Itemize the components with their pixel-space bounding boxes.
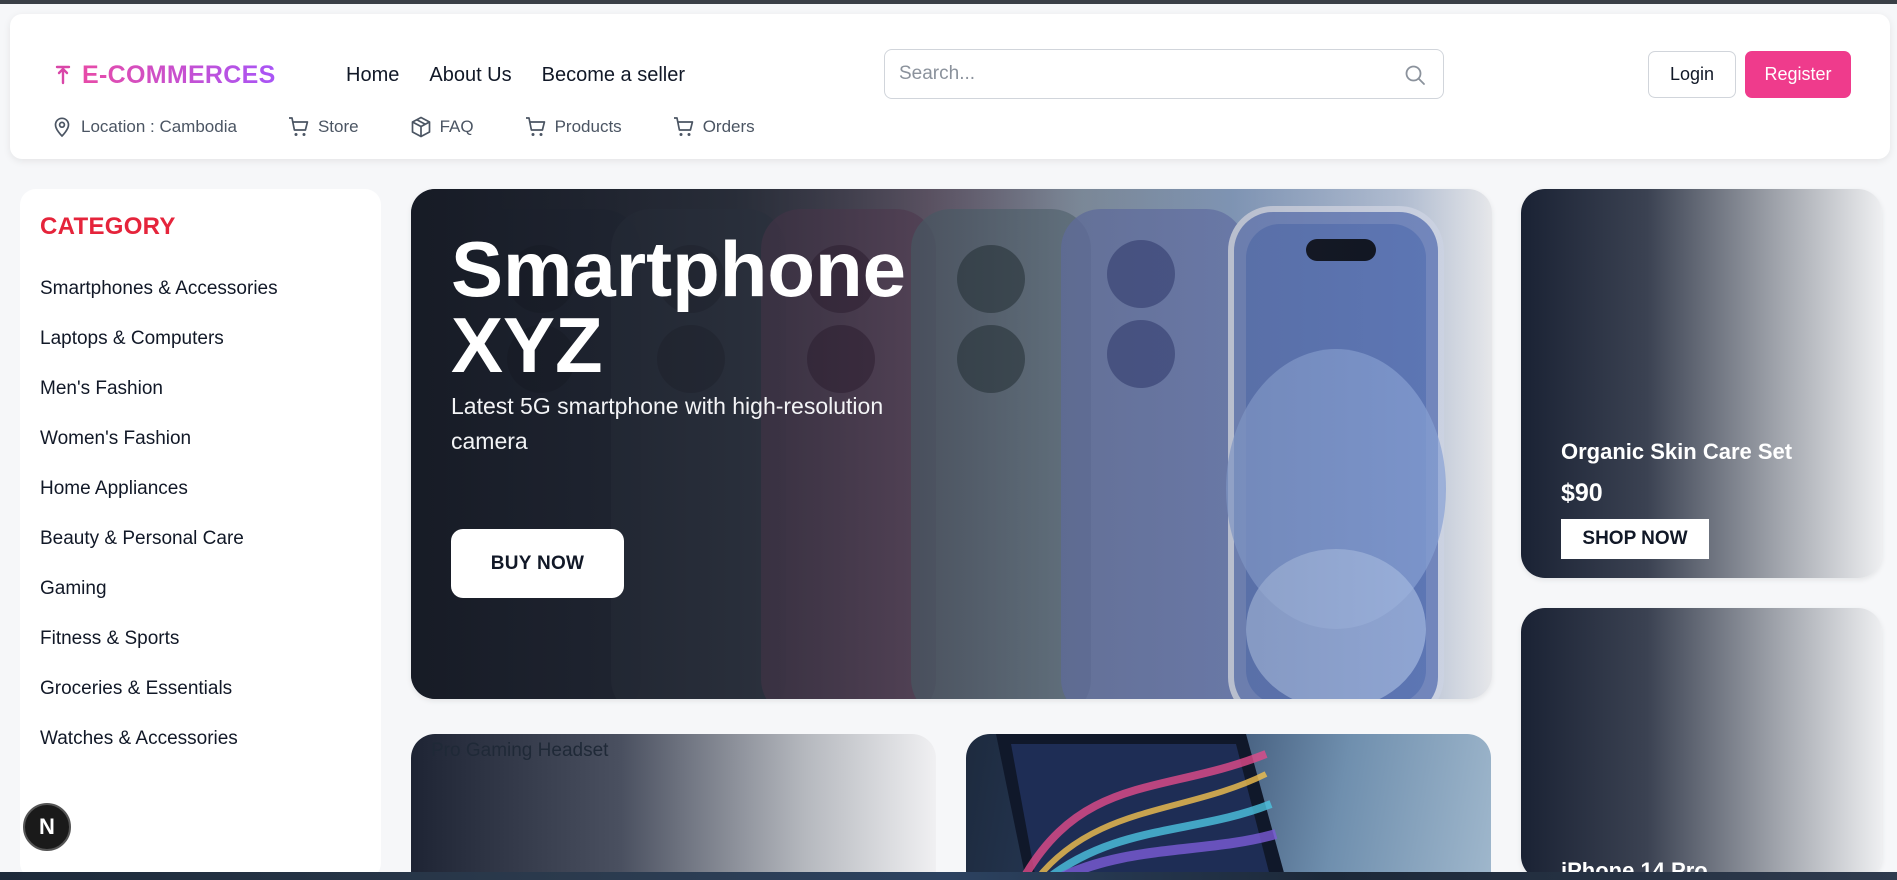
product-card-label: Pro Gaming Headset	[431, 740, 609, 761]
promo-card[interactable]: iPhone 14 Pro	[1521, 608, 1882, 880]
category-sidebar: CATEGORY Smartphones & Accessories Lapto…	[20, 189, 381, 879]
site-header: E-COMMERCES Home About Us Become a selle…	[10, 14, 1890, 159]
category-item[interactable]: Laptops & Computers	[40, 327, 278, 377]
nav-store[interactable]: Store	[287, 115, 359, 139]
nav-faq-label: FAQ	[439, 117, 474, 136]
window-bottom-edge	[0, 872, 1897, 880]
nav-faq[interactable]: FAQ	[409, 115, 474, 139]
category-item[interactable]: Women's Fashion	[40, 427, 278, 477]
nav-store-label: Store	[317, 117, 359, 136]
main-nav: Home About Us Become a seller	[346, 64, 685, 87]
login-button[interactable]: Login	[1648, 51, 1736, 98]
logo-icon	[54, 63, 72, 89]
map-pin-icon	[54, 117, 70, 138]
secondary-nav: Location : Cambodia Store FAQ Products O…	[50, 115, 805, 139]
laptop-image	[996, 734, 1286, 880]
hero-banner: Smartphone XYZ Latest 5G smartphone with…	[411, 189, 1492, 699]
logo[interactable]: E-COMMERCES	[54, 61, 276, 90]
nav-become-seller[interactable]: Become a seller	[542, 64, 685, 87]
search-input[interactable]	[899, 50, 1379, 98]
nav-orders[interactable]: Orders	[672, 115, 755, 139]
shop-now-button[interactable]: SHOP NOW	[1561, 519, 1709, 559]
floating-n-button[interactable]: N	[23, 803, 71, 851]
product-card[interactable]	[966, 734, 1491, 880]
search-icon[interactable]	[1403, 63, 1427, 87]
hero-subtitle: Latest 5G smartphone with high-resolutio…	[451, 393, 884, 454]
cart-icon	[525, 117, 545, 136]
promo-title: Organic Skin Care Set	[1561, 439, 1793, 464]
location-label: Location : Cambodia	[81, 117, 237, 136]
nav-orders-label: Orders	[702, 117, 755, 136]
promo-card[interactable]: Organic Skin Care Set $90 SHOP NOW	[1521, 189, 1882, 578]
buy-now-button[interactable]: BUY NOW	[451, 529, 624, 598]
box-icon	[411, 116, 430, 138]
category-item[interactable]: Beauty & Personal Care	[40, 527, 278, 577]
logo-text: E-COMMERCES	[82, 61, 276, 89]
category-item[interactable]: Home Appliances	[40, 477, 278, 527]
location-selector[interactable]: Location : Cambodia	[50, 115, 237, 139]
nav-about-us[interactable]: About Us	[429, 64, 511, 87]
product-card[interactable]: Pro Gaming Headset	[411, 734, 936, 880]
cart-icon	[673, 117, 693, 136]
register-button[interactable]: Register	[1745, 51, 1851, 98]
promo-price: $90	[1561, 479, 1603, 507]
category-list: Smartphones & Accessories Laptops & Comp…	[40, 277, 278, 777]
hero-title: Smartphone XYZ	[451, 225, 907, 389]
category-item[interactable]: Fitness & Sports	[40, 627, 278, 677]
category-item[interactable]: Groceries & Essentials	[40, 677, 278, 727]
category-item[interactable]: Gaming	[40, 577, 278, 627]
nav-products-label: Products	[554, 117, 622, 136]
category-item[interactable]: Watches & Accessories	[40, 727, 278, 777]
category-title: CATEGORY	[40, 213, 176, 240]
cart-icon	[288, 117, 309, 136]
nav-products[interactable]: Products	[524, 115, 622, 139]
nav-home[interactable]: Home	[346, 64, 399, 87]
search-box	[884, 49, 1444, 99]
window-top-edge	[0, 0, 1897, 4]
category-item[interactable]: Smartphones & Accessories	[40, 277, 278, 327]
category-item[interactable]: Men's Fashion	[40, 377, 278, 427]
